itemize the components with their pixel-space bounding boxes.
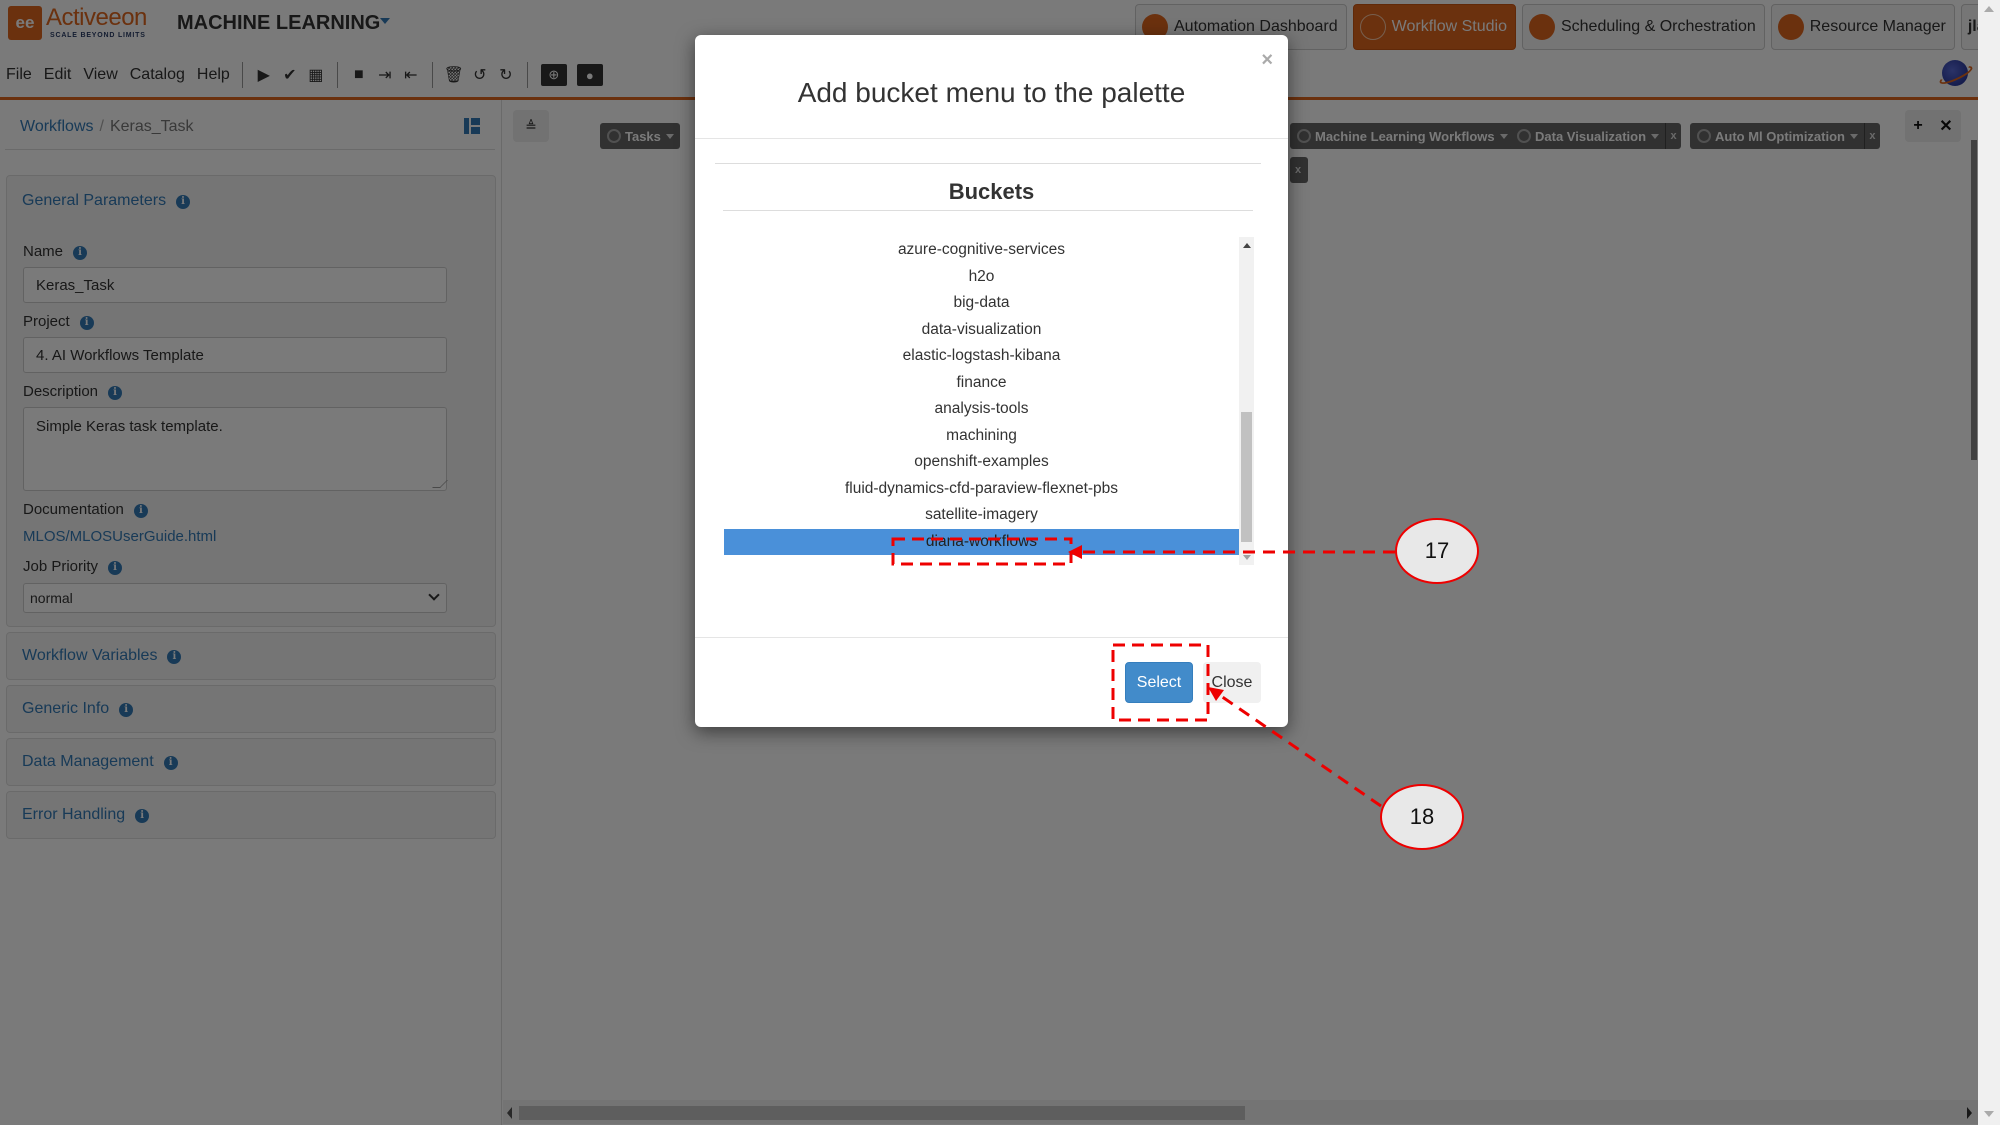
section-divider xyxy=(715,163,1261,164)
bucket-option[interactable]: diana-workflows xyxy=(724,528,1239,555)
bucket-option[interactable]: satellite-imagery xyxy=(724,502,1239,529)
bucket-option[interactable]: h2o xyxy=(724,264,1239,291)
scroll-down-icon[interactable] xyxy=(1984,1111,1994,1117)
add-bucket-modal: × Add bucket menu to the palette Buckets… xyxy=(695,35,1288,727)
scroll-up-icon[interactable] xyxy=(1984,6,1994,12)
bucket-option[interactable]: finance xyxy=(724,370,1239,397)
buckets-heading: Buckets xyxy=(948,179,1035,204)
bucket-option[interactable]: azure-cognitive-services xyxy=(724,237,1239,264)
scroll-up-icon[interactable] xyxy=(1243,243,1251,248)
bucket-option[interactable]: machining xyxy=(724,423,1239,450)
bucket-option[interactable]: big-data xyxy=(724,290,1239,317)
modal-title: Add bucket menu to the palette xyxy=(797,77,1186,108)
scroll-down-icon[interactable] xyxy=(1243,555,1251,560)
scrollbar-thumb[interactable] xyxy=(1241,412,1252,542)
close-button[interactable]: Close xyxy=(1203,662,1261,703)
modal-footer-divider xyxy=(695,637,1288,638)
bucket-option[interactable]: fluid-dynamics-cfd-paraview-flexnet-pbs xyxy=(724,476,1239,503)
modal-header-divider xyxy=(695,138,1288,139)
bucket-listbox[interactable]: azure-cognitive-services h2o big-data data-… xyxy=(724,237,1254,565)
bucket-option[interactable]: elastic-logstash-kibana xyxy=(724,343,1239,370)
page-scrollbar[interactable] xyxy=(1978,0,2000,1125)
section-divider xyxy=(723,210,1253,211)
select-button[interactable]: Select xyxy=(1125,662,1193,703)
callout-18: 18 xyxy=(1380,784,1464,850)
bucket-option[interactable]: openshift-examples xyxy=(724,449,1239,476)
close-icon[interactable]: × xyxy=(1261,49,1273,72)
bucket-list-scrollbar[interactable] xyxy=(1239,237,1254,565)
bucket-option[interactable]: data-visualization xyxy=(724,317,1239,344)
callout-17: 17 xyxy=(1395,518,1479,584)
bucket-option[interactable]: analysis-tools xyxy=(724,396,1239,423)
